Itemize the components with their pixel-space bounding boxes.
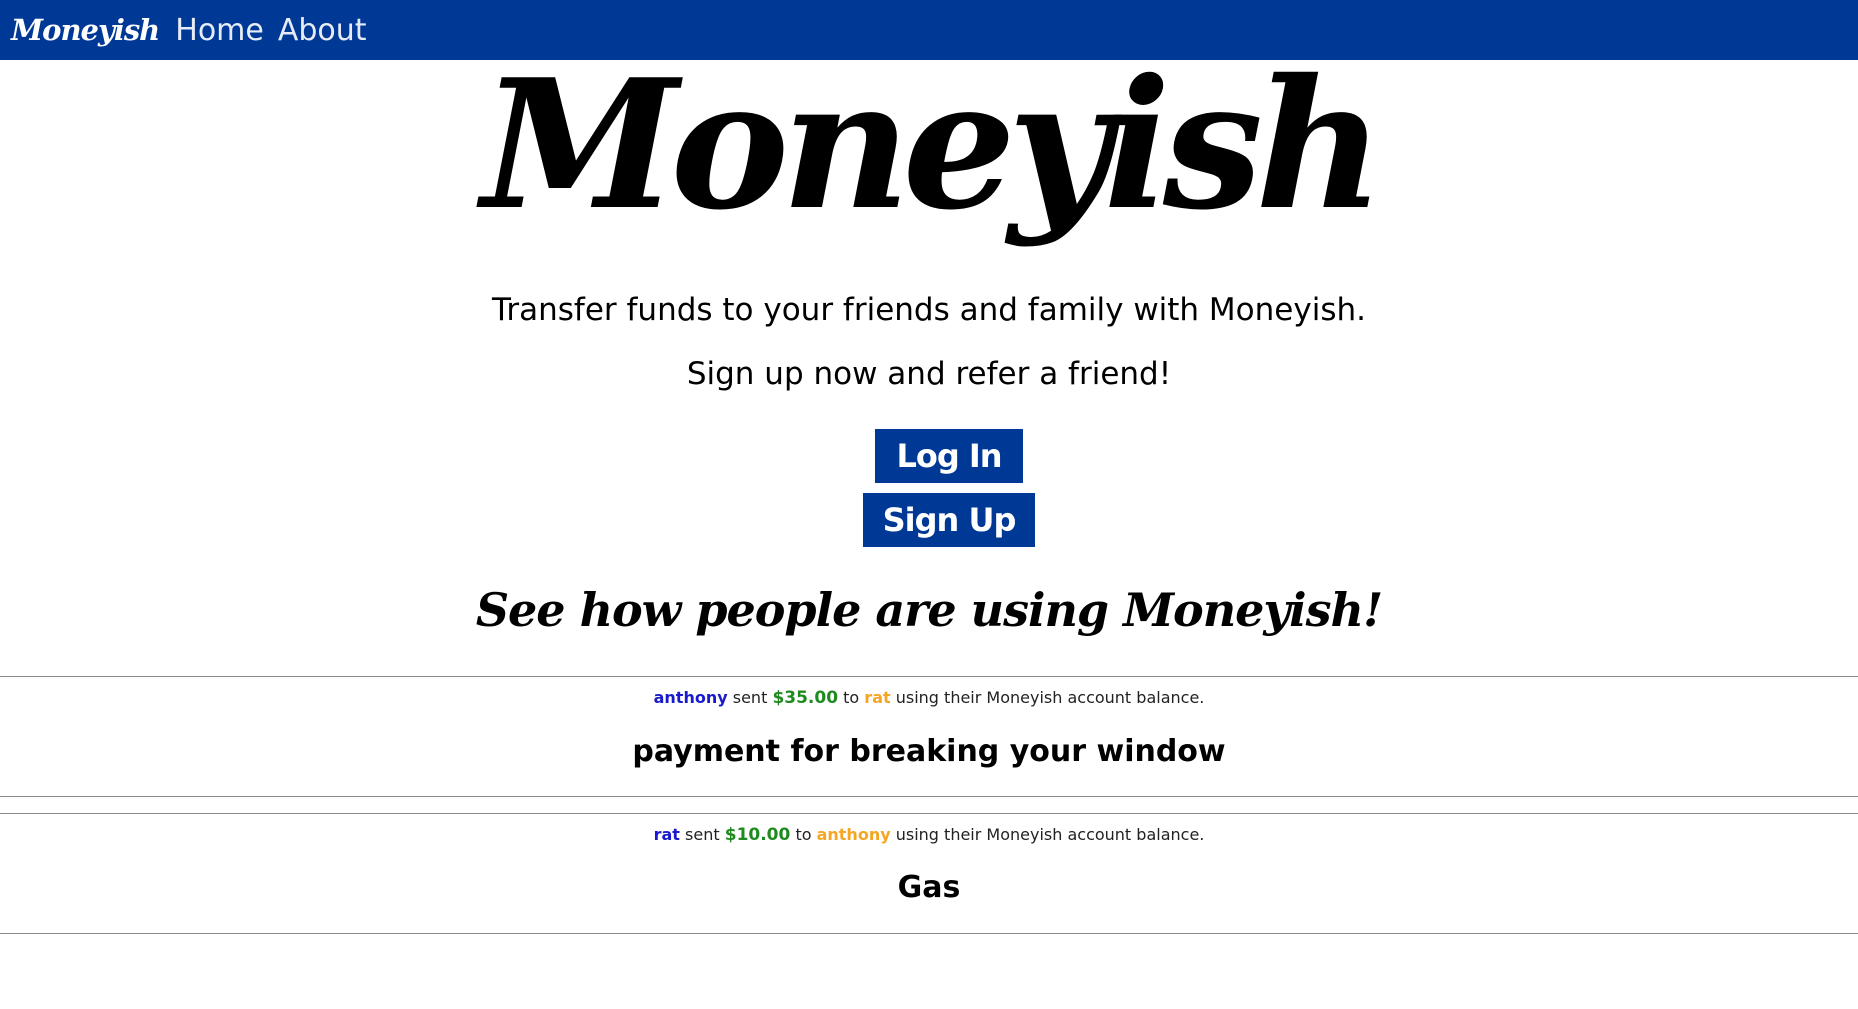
transaction-verb: sent: [732, 688, 768, 707]
transaction-summary: anthony sent $35.00 to rat using their M…: [0, 688, 1858, 708]
hero-logo: Moneyish: [481, 40, 1384, 249]
transaction-summary: rat sent $10.00 to anthony using their M…: [0, 825, 1858, 845]
transaction-method: using their Moneyish account balance.: [895, 825, 1205, 844]
tagline-transfer: Transfer funds to your friends and famil…: [492, 292, 1366, 328]
login-button[interactable]: Log In: [875, 429, 1023, 483]
transaction-to: to: [795, 825, 812, 844]
feed-heading: See how people are using Moneyish!: [475, 583, 1383, 637]
transaction-amount: $10.00: [724, 825, 791, 845]
transaction-recipient[interactable]: anthony: [817, 825, 891, 844]
transaction-recipient[interactable]: rat: [864, 688, 890, 707]
nav-link-about[interactable]: About: [278, 13, 367, 48]
transaction-sender[interactable]: anthony: [654, 688, 728, 707]
transaction-sender[interactable]: rat: [654, 825, 680, 844]
nav-link-home[interactable]: Home: [175, 13, 264, 48]
transaction-amount: $35.00: [772, 688, 839, 708]
transaction-verb: sent: [685, 825, 720, 844]
transaction-note: payment for breaking your window: [632, 734, 1226, 769]
transaction-note: Gas: [897, 870, 961, 905]
transaction-to: to: [843, 688, 860, 707]
tagline-signup: Sign up now and refer a friend!: [686, 356, 1172, 392]
signup-button[interactable]: Sign Up: [863, 493, 1035, 547]
transaction-method: using their Moneyish account balance.: [895, 688, 1205, 707]
nav-logo[interactable]: Moneyish: [11, 13, 160, 47]
